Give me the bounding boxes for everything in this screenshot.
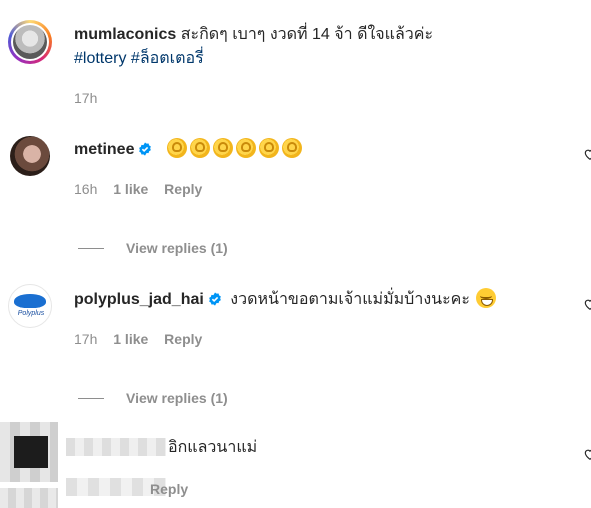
comment-metinee: metinee xyxy=(74,138,305,160)
metinee-avatar[interactable] xyxy=(10,136,50,176)
reply-button[interactable]: Reply xyxy=(164,331,202,347)
clap-icon xyxy=(281,138,302,158)
like-heart-icon[interactable] xyxy=(583,147,591,161)
comment-text: อิกแลวนาแม่ xyxy=(168,439,258,456)
clapping-hands-emoji xyxy=(166,138,305,158)
caption-meta: 17h xyxy=(74,89,109,107)
verified-badge-icon xyxy=(139,142,152,156)
avatar-image xyxy=(13,25,47,59)
polyplus-logo-text: Polyplus xyxy=(17,310,45,317)
grinning-sweat-emoji xyxy=(475,288,496,308)
comment-likes[interactable]: 1 like xyxy=(113,181,148,197)
comment-polyplus: polyplus_jad_hai งวดหน้าขอตามเจ้าแม่มั่ม… xyxy=(74,288,496,310)
caption-hashtags: #lottery #ล็อตเตอรี่ xyxy=(74,49,204,69)
polyplus-logo-icon xyxy=(14,294,46,308)
comment-text: งวดหน้าขอตามเจ้าแม่มั่มบ้างนะคะ xyxy=(230,291,470,308)
comment-likes[interactable]: 1 like xyxy=(113,331,148,347)
comment-time[interactable]: 16h xyxy=(74,181,97,197)
like-heart-icon[interactable] xyxy=(583,297,591,311)
like-heart-icon[interactable] xyxy=(583,447,591,461)
view-replies-button[interactable]: View replies (1) xyxy=(78,238,228,258)
hashtag-lottery[interactable]: #lottery xyxy=(74,50,126,67)
clap-icon xyxy=(235,138,256,158)
comments-panel: mumlaconics สะกิดๆ เบาๆ งวดที่ 14 จ้า ดี… xyxy=(0,0,591,508)
comment-meta: 16h 1 like Reply xyxy=(74,180,214,198)
clap-icon xyxy=(189,138,210,158)
clap-icon xyxy=(166,138,187,158)
blurred-avatar-image xyxy=(14,436,48,468)
reply-button[interactable]: Reply xyxy=(164,181,202,197)
comment-time[interactable]: 17h xyxy=(74,331,97,347)
comment-meta: Reply xyxy=(150,480,200,498)
view-replies-button[interactable]: View replies (1) xyxy=(78,388,228,408)
reply-button[interactable]: Reply xyxy=(150,481,188,497)
verified-badge-icon xyxy=(208,292,221,306)
caption-author-avatar[interactable] xyxy=(8,20,52,64)
comment-meta: 17h 1 like Reply xyxy=(74,330,214,348)
blurred-avatar[interactable] xyxy=(0,422,58,482)
comment-username[interactable]: polyplus_jad_hai xyxy=(74,291,204,308)
caption-text: สะกิดๆ เบาๆ งวดที่ 14 จ้า ดีใจแล้วค่ะ xyxy=(180,26,434,43)
hashtag-lottery-thai[interactable]: #ล็อตเตอรี่ xyxy=(131,50,204,67)
caption-username[interactable]: mumlaconics xyxy=(74,26,176,43)
view-replies-label[interactable]: View replies (1) xyxy=(126,240,228,256)
caption-time[interactable]: 17h xyxy=(74,90,97,106)
replies-divider xyxy=(78,247,104,249)
clap-icon xyxy=(258,138,279,158)
blurred-username xyxy=(66,438,166,456)
view-replies-label[interactable]: View replies (1) xyxy=(126,390,228,406)
caption-line: mumlaconics สะกิดๆ เบาๆ งวดที่ 14 จ้า ดี… xyxy=(74,25,433,45)
comment-username[interactable]: metinee xyxy=(74,141,134,158)
polyplus-avatar[interactable]: Polyplus xyxy=(8,284,52,328)
blurred-region xyxy=(0,488,58,508)
replies-divider xyxy=(78,397,104,399)
clap-icon xyxy=(212,138,233,158)
